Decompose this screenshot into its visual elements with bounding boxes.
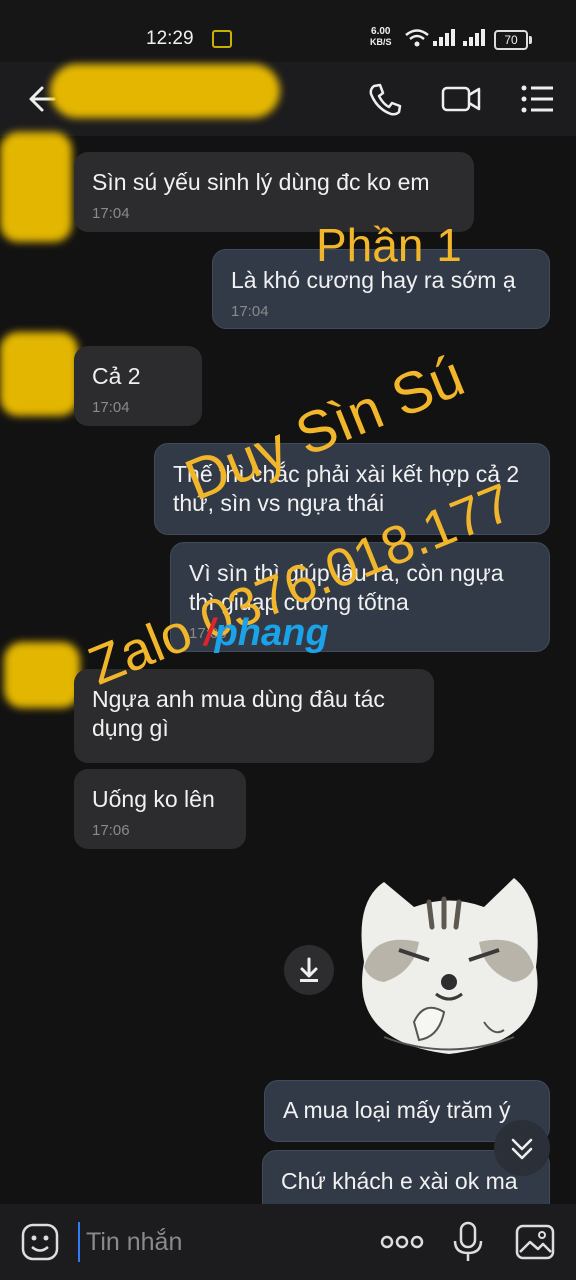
message-input[interactable]: Tin nhắn (78, 1222, 356, 1262)
microphone-icon[interactable] (450, 1220, 486, 1264)
redacted-avatar (0, 132, 72, 242)
scroll-to-bottom-button[interactable] (494, 1120, 550, 1176)
phone-icon (369, 83, 402, 116)
message-time: 17:06 (92, 822, 130, 839)
signal-icon-2 (463, 29, 485, 46)
redacted-avatar (4, 642, 80, 708)
net-speed-value: 6.00 (371, 26, 391, 37)
video-call-button[interactable] (436, 74, 486, 124)
emoji-icon[interactable] (20, 1222, 60, 1262)
net-speed-unit: KB/S (370, 37, 392, 47)
message-bubble-received[interactable]: Cả 2 17:04 (74, 346, 202, 426)
chat-header (0, 62, 576, 136)
message-text: Sìn sú yếu sinh lý dùng đc ko em (92, 169, 430, 195)
redacted-avatar (0, 332, 78, 416)
video-camera-icon (441, 86, 481, 112)
message-time: 17:04 (231, 303, 269, 320)
watermark-part: Phần 1 (316, 219, 462, 271)
more-dots-icon[interactable] (378, 1226, 426, 1258)
image-icon[interactable] (514, 1222, 556, 1262)
network-speed: 6.00 KB/S (370, 26, 392, 48)
battery-indicator: 70 (494, 30, 532, 50)
status-bar: 12:29 6.00 KB/S 70 (0, 0, 576, 70)
message-text: Cả 2 (92, 363, 141, 389)
message-bubble-received[interactable]: Uống ko lên 17:06 (74, 769, 246, 849)
download-sticker-button[interactable] (284, 945, 334, 995)
message-text: Ngựa anh mua dùng đâu tác dụng gì (92, 686, 385, 741)
notification-icon (212, 30, 232, 48)
grumpy-cat-sticker[interactable] (344, 872, 554, 1062)
call-button[interactable] (360, 74, 410, 124)
double-chevron-down-icon (511, 1138, 533, 1160)
message-input-bar: Tin nhắn (0, 1204, 576, 1280)
redacted-contact-name (50, 64, 280, 118)
message-time: 17:04 (92, 399, 130, 416)
chat-menu-button[interactable] (514, 74, 564, 124)
message-text: Uống ko lên (92, 786, 215, 812)
watermark-logo: /phang (204, 612, 329, 655)
download-icon (300, 957, 318, 982)
logo-mark: / (204, 612, 215, 654)
status-time: 12:29 (146, 28, 194, 49)
signal-icon-1 (433, 29, 455, 46)
logo-text: phang (214, 612, 329, 654)
wifi-icon (405, 29, 429, 47)
menu-list-icon (521, 85, 553, 113)
